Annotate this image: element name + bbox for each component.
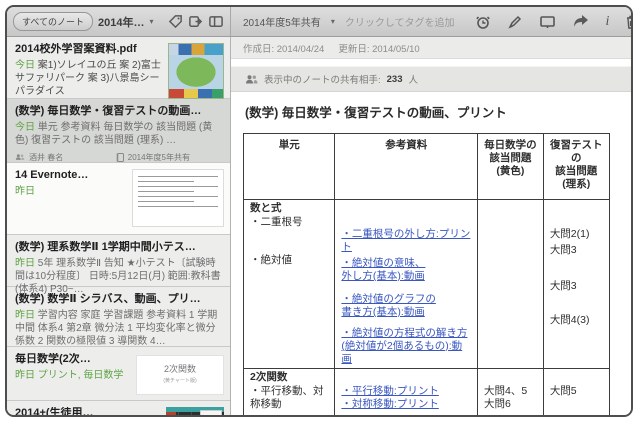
thumbnail-subtitle: (黄チャート版) bbox=[163, 378, 197, 384]
shared-banner-text: 表示中のノートの共有相手: bbox=[264, 75, 381, 86]
shared-suffix: 人 bbox=[408, 75, 419, 86]
note-panel: 作成日: 2014/04/24 更新日: 2014/05/10 表示中のノートの… bbox=[231, 37, 631, 415]
note-title: (数学) 毎日数学・復習テストの動画… bbox=[15, 105, 202, 117]
all-notes-button[interactable]: すべてのノート bbox=[13, 12, 94, 31]
note-snippet: 単元 参考資料 毎日数学の 該当問題 (黄色) 復習テストの 該当問題 (理系)… bbox=[15, 121, 213, 146]
review-problem: 大問3 bbox=[549, 280, 577, 292]
notebook-icon bbox=[116, 152, 124, 162]
note-card-5[interactable]: (数学) 数学Ⅱ シラバス、動画、プリ… 昨日 学習内容 家庭 学習課題 参考資… bbox=[7, 287, 230, 347]
header-unit: 単元 bbox=[242, 133, 336, 200]
info-icon[interactable]: i bbox=[606, 14, 610, 29]
note-snippet: プリント, 毎日数学 bbox=[37, 369, 124, 381]
note-author: 酒井 春名 bbox=[29, 152, 64, 162]
review-problem: 大問4(3) bbox=[549, 314, 590, 326]
table-header-row: 単元 参考資料 毎日数学の 該当問題 (黄色) 復習テストの 該当問題 (理系) bbox=[242, 133, 610, 200]
dates-row: 作成日: 2014/04/24 更新日: 2014/05/10 bbox=[231, 37, 631, 59]
thumbnail-title: 2次関数 bbox=[163, 364, 196, 374]
toolbar: すべてのノート 2014年… ▾ 2014年度5年共有 ▾ クリックしてタグを追… bbox=[7, 7, 631, 37]
chevron-down-icon[interactable]: ▾ bbox=[331, 17, 335, 26]
note-title: 14 Evernote… bbox=[15, 169, 89, 181]
unit-item: ・平行移動、対称移動 bbox=[250, 385, 324, 410]
note-title: (数学) 理系数学Ⅱ 1学期中間小テス… bbox=[15, 241, 196, 253]
reference-table: 単元 参考資料 毎日数学の 該当問題 (黄色) 復習テストの 該当問題 (理系)… bbox=[242, 133, 610, 415]
note-thumbnail-map bbox=[168, 43, 224, 99]
note-thumbnail-sheet: 2次関数 (黄チャート版) bbox=[136, 355, 224, 395]
note-notebook: 2014年度5年共有 bbox=[127, 152, 190, 162]
note-date: 昨日 bbox=[15, 185, 35, 197]
note-title: 2014校外学習案資料.pdf bbox=[15, 43, 137, 55]
shared-banner: 表示中のノートの共有相手: 233 人 bbox=[231, 66, 631, 92]
people-icon bbox=[15, 153, 25, 161]
reference-link[interactable]: ・平行移動:プリント bbox=[341, 385, 471, 398]
unit-group-label: 2次関数 bbox=[250, 371, 288, 383]
updated-date: 更新日: 2014/05/10 bbox=[338, 43, 420, 55]
tag-add-field[interactable]: クリックしてタグを追加 bbox=[345, 14, 455, 29]
note-card-1[interactable]: 2014校外学習案資料.pdf 今日 案1)ソレイユの丘 案 2)富士サファリパ… bbox=[7, 37, 230, 99]
note-card-4[interactable]: (数学) 理系数学Ⅱ 1学期中間小テス… 昨日 5年 理系数学Ⅱ 告知 ★小テス… bbox=[7, 235, 230, 295]
markup-icon[interactable] bbox=[507, 14, 523, 30]
note-toolbar: 2014年度5年共有 ▾ クリックしてタグを追加 i bbox=[231, 7, 631, 36]
table-row: 2次関数 ・平行移動、対称移動 ・最大最小 ・平行移動:プリント ・対称移動:プ… bbox=[242, 368, 610, 415]
tag-icon[interactable] bbox=[168, 14, 183, 29]
note-card-7[interactable]: 2014+(生徒用… 一昨日 bbox=[7, 401, 230, 415]
note-date: 昨日 bbox=[15, 257, 35, 269]
note-title: 毎日数学(2次… bbox=[15, 353, 91, 365]
layout-icon[interactable] bbox=[208, 14, 224, 29]
unit-item: ・絶対値 bbox=[250, 254, 292, 266]
daily-math-problem: 大問6 bbox=[484, 398, 511, 410]
reminder-icon[interactable] bbox=[475, 14, 491, 30]
note-card-3[interactable]: 14 Evernote… 昨日 bbox=[7, 163, 230, 235]
share-icon[interactable] bbox=[572, 14, 590, 29]
note-card-2[interactable]: (数学) 毎日数学・復習テストの動画… 今日 単元 参考資料 毎日数学の 該当問… bbox=[7, 99, 230, 163]
note-date: 昨日 bbox=[15, 309, 35, 321]
people-icon bbox=[245, 74, 258, 84]
page-title: (数学) 毎日数学・復習テストの動画、プリント bbox=[245, 106, 507, 120]
note-thumbnail-calendar bbox=[166, 407, 224, 415]
note-title: 2014+(生徒用… bbox=[15, 407, 94, 415]
reference-link[interactable]: ・絶対値の意味、 外し方(基本):動画 bbox=[341, 257, 471, 283]
export-icon[interactable] bbox=[188, 14, 203, 29]
note-list: 2014校外学習案資料.pdf 今日 案1)ソレイユの丘 案 2)富士サファリパ… bbox=[7, 37, 231, 415]
reference-link[interactable]: ・対称移動:プリント bbox=[341, 398, 471, 411]
app-window: すべてのノート 2014年… ▾ 2014年度5年共有 ▾ クリックしてタグを追… bbox=[5, 5, 633, 417]
note-title: (数学) 数学Ⅱ シラバス、動画、プリ… bbox=[15, 293, 201, 305]
header-daily-math: 毎日数学の 該当問題 (黄色) bbox=[477, 133, 544, 200]
header-reference: 参考資料 bbox=[334, 133, 478, 200]
shared-meta-row: 酒井 春名 2014年度5年共有 bbox=[15, 152, 222, 163]
reference-link[interactable]: ・二重根号の外し方:プリント bbox=[341, 228, 471, 254]
reference-link[interactable]: ・絶対値のグラフの 書き方(基本):動画 bbox=[341, 293, 471, 319]
notebook-title[interactable]: 2014年… bbox=[98, 14, 144, 30]
table-row: 数と式 ・二重根号 ・絶対値 ・二重根号の外し方:プリント ・絶対値の意味、 外… bbox=[242, 199, 610, 369]
unit-group-label: 数と式 bbox=[250, 202, 282, 214]
reference-link[interactable]: ・絶対値の方程式の解き方 (絶対値が2個あるもの):動画 bbox=[341, 327, 471, 366]
daily-math-cell-empty bbox=[477, 199, 544, 369]
note-date: 今日 bbox=[15, 121, 35, 133]
shared-count: 233 bbox=[386, 73, 403, 85]
review-problem: 大問5 bbox=[549, 385, 577, 397]
notebook-selector[interactable]: 2014年度5年共有 bbox=[243, 14, 321, 29]
header-review-test: 復習テストの 該当問題 (理系) bbox=[542, 133, 610, 200]
unit-item: ・二重根号 bbox=[250, 216, 303, 228]
note-thumbnail-document bbox=[132, 169, 224, 227]
note-card-6[interactable]: 2次関数 (黄チャート版) 毎日数学(2次… 昨日 プリント, 毎日数学 bbox=[7, 347, 230, 401]
trash-icon[interactable] bbox=[625, 14, 631, 30]
note-snippet: 案1)ソレイユの丘 案 2)富士サファリパーク 案 3)八景島シーパラダイス bbox=[15, 59, 161, 97]
review-problem: 大問2(1) bbox=[549, 228, 590, 240]
daily-math-problem: 大問4、5 bbox=[484, 385, 528, 397]
note-snippet: 学習内容 家庭 学習課題 参考資料 1 学期中間 体系4 第2章 微分法 1 平… bbox=[15, 309, 218, 347]
note-action-icons: i bbox=[475, 14, 631, 30]
chevron-down-icon[interactable]: ▾ bbox=[150, 17, 154, 26]
note-date: 昨日 bbox=[15, 369, 35, 381]
note-body: (数学) 毎日数学・復習テストの動画、プリント 単元 参考資料 毎日数学の 該当… bbox=[231, 92, 631, 415]
note-date: 今日 bbox=[15, 59, 35, 71]
toolbar-left: すべてのノート 2014年… ▾ bbox=[7, 7, 231, 36]
present-icon[interactable] bbox=[539, 14, 556, 30]
created-date: 作成日: 2014/04/24 bbox=[243, 43, 325, 55]
review-problem: 大問3 bbox=[549, 244, 577, 256]
